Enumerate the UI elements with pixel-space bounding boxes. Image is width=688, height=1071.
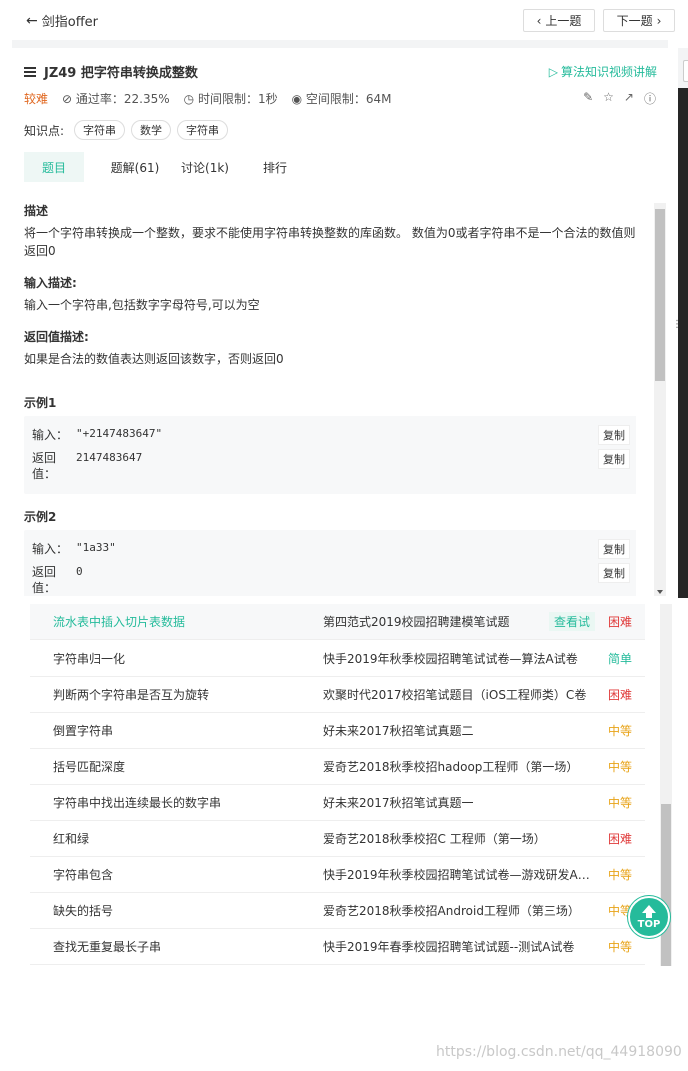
chevron-left-icon: ‹ bbox=[536, 13, 542, 28]
watermark: https://blog.csdn.net/qq_44918090 bbox=[436, 1044, 682, 1060]
meta-row: 较难 ⊘ 通过率：22.35% ◷ 时间限制：1秒 ◉ 空间限制：64M bbox=[24, 90, 392, 107]
example-2-heading: 示例2 bbox=[24, 510, 57, 524]
list-item[interactable]: 判断两个字符串是否互为旋转 欢聚时代2017校招笔试题目（iOS工程师类）C卷 … bbox=[30, 677, 645, 713]
output-text: 如果是合法的数值表达则返回该数字，否则返回0 bbox=[24, 352, 284, 366]
resize-handle-icon[interactable]: ⋮ bbox=[672, 319, 682, 330]
time-limit: ◷ 时间限制：1秒 bbox=[183, 92, 278, 106]
scrollbar-thumb[interactable] bbox=[655, 209, 665, 381]
problem-description: 描述 将一个字符串转换成一个整数，要求不能使用字符串转换整数的库函数。 数值为0… bbox=[24, 198, 636, 596]
tags-row: 知识点: 字符串 数学 字符串 bbox=[24, 120, 229, 140]
difficulty-badge: 简单 bbox=[608, 652, 633, 666]
example-input-label: 输入： bbox=[32, 428, 69, 442]
problem-panel: JZ49 把字符串转换成整数 ▷ 算法知识视频讲解 较难 ⊘ 通过率：22.35… bbox=[12, 48, 668, 598]
share-icon[interactable]: ↗ bbox=[624, 90, 634, 107]
title-row: JZ49 把字符串转换成整数 bbox=[24, 62, 198, 81]
list-item[interactable]: 缺失的括号 爱奇艺2018秋季校招Android工程师（第三场） 中等 bbox=[30, 893, 645, 929]
example-return-label: 返回值： bbox=[32, 565, 57, 595]
example-2-box: 输入： "1a33" 复制 返回值： 0 复制 bbox=[24, 530, 636, 596]
tag-item[interactable]: 字符串 bbox=[177, 120, 229, 140]
check-circle-icon: ⊘ bbox=[62, 92, 76, 106]
difficulty-badge: 中等 bbox=[608, 724, 633, 738]
difficulty-badge: 中等 bbox=[608, 796, 633, 810]
example-input-value: "+2147483647" bbox=[76, 427, 163, 440]
example-return-value: 2147483647 bbox=[76, 451, 143, 464]
example-return-value: 0 bbox=[76, 565, 83, 578]
chevron-right-icon: › bbox=[656, 13, 662, 28]
top-label: TOP bbox=[637, 918, 661, 930]
example-1-heading: 示例1 bbox=[24, 396, 57, 410]
list-item[interactable]: 倒置字符串 好未来2017秋招笔试真题二 中等 bbox=[30, 713, 645, 749]
clock-icon: ◷ bbox=[183, 92, 198, 106]
example-1-box: 输入： "+2147483647" 复制 返回值： 2147483647 复制 bbox=[24, 416, 636, 494]
problem-tabs: 题目 题解(61) 讨论(1k) 排行 bbox=[24, 152, 310, 182]
difficulty-badge: 困难 bbox=[608, 615, 633, 629]
copy-button[interactable]: 复制 bbox=[598, 539, 630, 559]
copy-button[interactable]: 复制 bbox=[598, 425, 630, 445]
difficulty-badge: 中等 bbox=[608, 868, 633, 882]
desc-heading: 描述 bbox=[24, 204, 49, 218]
tab-problem[interactable]: 题目 bbox=[24, 152, 84, 182]
difficulty-badge: 中等 bbox=[608, 940, 633, 954]
star-icon[interactable]: ☆ bbox=[603, 90, 614, 107]
info-icon[interactable]: ⓘ bbox=[644, 90, 656, 107]
example-return-label: 返回值： bbox=[32, 451, 57, 481]
description-scrollbar[interactable] bbox=[654, 203, 666, 596]
pass-rate: ⊘ 通过率：22.35% bbox=[62, 92, 170, 106]
problem-title: JZ49 把字符串转换成整数 bbox=[44, 66, 198, 81]
back-to-top-button[interactable]: TOP bbox=[628, 896, 670, 938]
memory-icon: ◉ bbox=[291, 92, 306, 106]
code-editor-edge bbox=[678, 88, 688, 598]
list-icon[interactable] bbox=[24, 66, 36, 77]
tag-item[interactable]: 字符串 bbox=[74, 120, 126, 140]
tab-discussion[interactable]: 讨论(1k) bbox=[170, 152, 240, 182]
video-icon: ▷ bbox=[548, 64, 558, 79]
example-input-value: "1a33" bbox=[76, 541, 116, 554]
example-input-label: 输入： bbox=[32, 542, 69, 556]
action-icons: ✎ ☆ ↗ ⓘ bbox=[583, 90, 656, 107]
tags-label: 知识点: bbox=[24, 123, 65, 138]
copy-button[interactable]: 复制 bbox=[598, 563, 630, 583]
list-item[interactable]: 查找无重复最长子串 快手2019年春季校园招聘笔试试题--测试A试卷 中等 bbox=[30, 929, 645, 965]
list-item[interactable]: 字符串归一化 快手2019年秋季校园招聘笔试试卷—算法A试卷 简单 bbox=[30, 641, 645, 677]
scrollbar-thumb[interactable] bbox=[661, 804, 671, 966]
difficulty-badge: 中等 bbox=[608, 760, 633, 774]
tag-item[interactable]: 数学 bbox=[131, 120, 172, 140]
scroll-down-arrow-icon[interactable] bbox=[657, 590, 663, 594]
list-item[interactable]: 红和绿 爱奇艺2018秋季校招C 工程师（第一场） 困难 bbox=[30, 821, 645, 857]
video-link-label: 算法知识视频讲解 bbox=[560, 65, 657, 79]
prev-label: 上一题 bbox=[545, 14, 582, 28]
difficulty-badge: 困难 bbox=[608, 688, 633, 702]
next-problem-button[interactable]: 下一题 › bbox=[603, 9, 675, 32]
back-link[interactable]: ← 剑指offer bbox=[26, 11, 98, 31]
side-panel-handle[interactable] bbox=[678, 48, 688, 88]
arrow-left-icon: ← bbox=[26, 12, 38, 29]
list-item[interactable]: 字符串中找出连续最长的数字串 好未来2017秋招笔试真题一 中等 bbox=[30, 785, 645, 821]
video-explain-link[interactable]: ▷ 算法知识视频讲解 bbox=[549, 63, 657, 80]
desc-text: 将一个字符串转换成一个整数，要求不能使用字符串转换整数的库函数。 数值为0或者字… bbox=[24, 226, 636, 258]
list-item[interactable]: 字符串包含 快手2019年秋季校园招聘笔试试卷—游戏研发A… 中等 bbox=[30, 857, 645, 893]
back-label: 剑指offer bbox=[41, 15, 98, 30]
space-limit: ◉ 空间限制：64M bbox=[291, 92, 392, 106]
arrow-up-stem bbox=[646, 912, 652, 918]
copy-button[interactable]: 复制 bbox=[598, 449, 630, 469]
tab-ranking[interactable]: 排行 bbox=[240, 152, 310, 182]
output-heading: 返回值描述: bbox=[24, 330, 89, 344]
difficulty-label: 较难 bbox=[24, 92, 49, 106]
prev-problem-button[interactable]: ‹ 上一题 bbox=[523, 9, 595, 32]
difficulty-badge: 困难 bbox=[608, 832, 633, 846]
input-text: 输入一个字符串,包括数字字母符号,可以为空 bbox=[24, 298, 260, 312]
divider-strip bbox=[12, 40, 668, 48]
edit-icon[interactable]: ✎ bbox=[583, 90, 593, 107]
next-label: 下一题 bbox=[616, 14, 653, 28]
top-bar: ← 剑指offer ‹ 上一题 下一题 › bbox=[0, 0, 688, 40]
list-item[interactable]: 流水表中插入切片表数据 第四范式2019校园招聘建模笔试题 查看试 困难 bbox=[30, 604, 645, 640]
list-item[interactable]: 括号匹配深度 爱奇艺2018秋季校招hadoop工程师（第一场） 中等 bbox=[30, 749, 645, 785]
tab-solutions[interactable]: 题解(61) bbox=[100, 152, 170, 182]
input-heading: 输入描述: bbox=[24, 276, 77, 290]
view-paper-badge[interactable]: 查看试 bbox=[549, 612, 596, 631]
arrow-up-icon bbox=[642, 904, 656, 913]
related-problems-list: 流水表中插入切片表数据 第四范式2019校园招聘建模笔试题 查看试 困难 字符串… bbox=[30, 604, 645, 966]
